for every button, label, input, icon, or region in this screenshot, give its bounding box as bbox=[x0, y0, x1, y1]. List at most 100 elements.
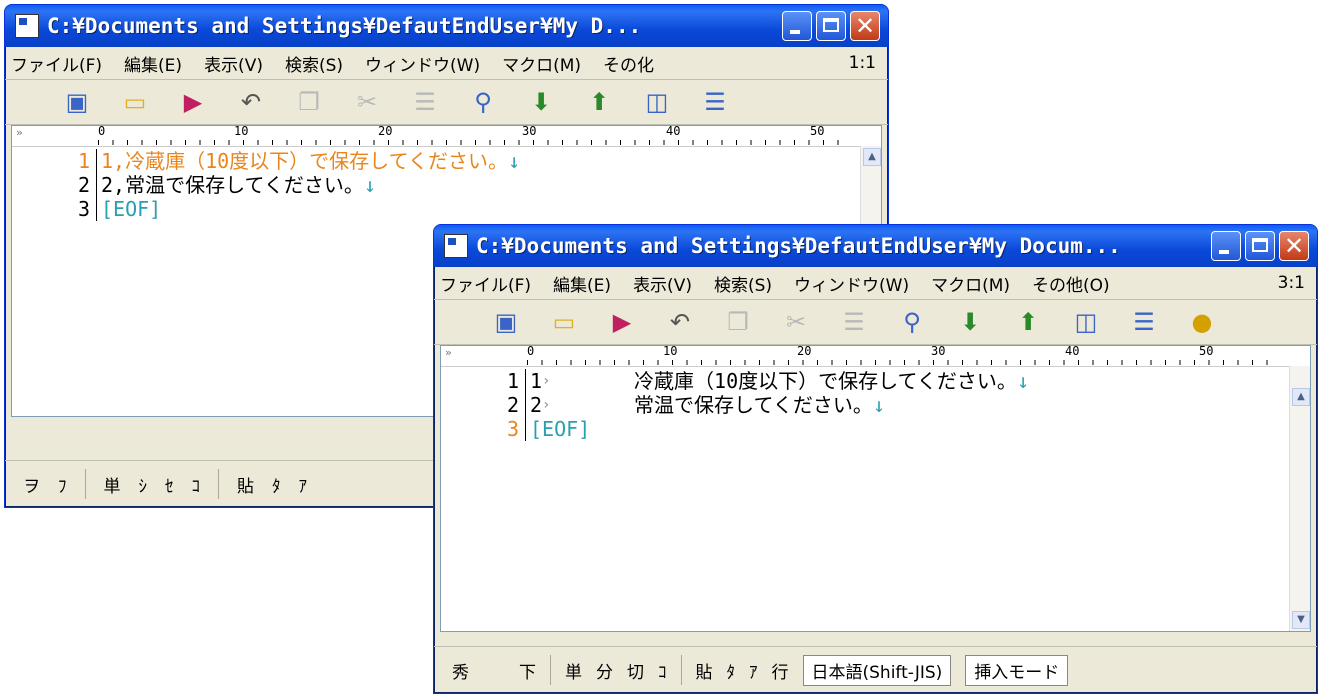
app-icon[interactable] bbox=[444, 234, 468, 258]
minimize-button[interactable] bbox=[1211, 231, 1241, 261]
ruler: » 0 10 20 30 40 50 bbox=[12, 124, 881, 147]
search-prev-icon[interactable]: ⬆ bbox=[583, 88, 615, 116]
ruler-label: 20 bbox=[797, 344, 812, 358]
toolbar: ▣ ▭ ▶ ↶ ❐ ✂ ☰ ⚲ ⬇ ⬆ ◫ ☰ ● bbox=[434, 300, 1317, 345]
newline-icon: ↓ bbox=[363, 173, 376, 197]
encoding-indicator[interactable]: 日本語(Shift-JIS) bbox=[802, 654, 952, 686]
newline-icon: ↓ bbox=[507, 149, 521, 173]
menu-file[interactable]: ファイル(F) bbox=[440, 271, 531, 296]
app-icon[interactable] bbox=[15, 14, 39, 38]
text-line[interactable]: 2 2,常温で保存してください。 ↓ bbox=[12, 173, 881, 197]
status-item: ｼ bbox=[138, 476, 148, 497]
status-item: ｾ bbox=[165, 476, 174, 497]
title-bar[interactable]: C:¥Documents and Settings¥DefautEndUser¥… bbox=[5, 5, 888, 47]
window-title: C:¥Documents and Settings¥DefautEndUser¥… bbox=[47, 14, 642, 38]
cut-icon[interactable]: ✂ bbox=[351, 88, 383, 116]
ruler-label: 50 bbox=[810, 124, 825, 138]
split-window-icon[interactable]: ☰ bbox=[699, 88, 731, 116]
menu-view[interactable]: 表示(V) bbox=[204, 51, 263, 76]
status-item: 単 bbox=[103, 476, 121, 497]
menu-other[interactable]: その化 bbox=[603, 51, 654, 76]
ruler-marker-icon: » bbox=[16, 126, 23, 139]
eof-marker: [EOF] bbox=[530, 417, 591, 441]
close-button[interactable]: ✕ bbox=[1279, 231, 1309, 261]
copy-icon[interactable]: ❐ bbox=[722, 308, 754, 336]
window-title: C:¥Documents and Settings¥DefautEndUser¥… bbox=[476, 234, 1121, 258]
ruler: » 0 10 20 30 40 50 bbox=[441, 344, 1310, 367]
text-editor[interactable]: » 0 10 20 30 40 50 1 1 › 冷蔵庫（10度以下）で保存して… bbox=[440, 344, 1311, 632]
status-item: ｱ bbox=[749, 662, 758, 683]
status-item: ｺ bbox=[658, 662, 667, 683]
search-icon[interactable]: ⚲ bbox=[896, 308, 928, 336]
text-line[interactable]: 1 1,冷蔵庫（10度以下）で保存してください。 ↓ bbox=[12, 149, 881, 173]
status-item: 単 bbox=[565, 662, 582, 683]
status-item: ｺ bbox=[191, 476, 201, 497]
menu-window[interactable]: ウィンドウ(W) bbox=[794, 271, 909, 296]
scroll-up-icon[interactable]: ▲ bbox=[1292, 388, 1310, 406]
text-line[interactable]: 1 1 › 冷蔵庫（10度以下）で保存してください。 ↓ bbox=[441, 369, 1310, 393]
line-text: 1,冷蔵庫（10度以下）で保存してください。 bbox=[101, 149, 508, 173]
search-next-icon[interactable]: ⬇ bbox=[525, 88, 557, 116]
eof-marker: [EOF] bbox=[101, 197, 162, 221]
text-line[interactable]: 3 [EOF] bbox=[441, 417, 1310, 441]
menu-macro[interactable]: マクロ(M) bbox=[502, 51, 581, 76]
status-item: ヲ bbox=[23, 476, 40, 497]
title-bar[interactable]: C:¥Documents and Settings¥DefautEndUser¥… bbox=[434, 225, 1317, 267]
menu-window[interactable]: ウィンドウ(W) bbox=[365, 51, 480, 76]
ruler-label: 30 bbox=[931, 344, 946, 358]
newline-icon: ↓ bbox=[1016, 369, 1029, 393]
jump-icon[interactable]: ◫ bbox=[1070, 308, 1102, 336]
scroll-up-icon[interactable]: ▲ bbox=[863, 148, 881, 166]
search-icon[interactable]: ⚲ bbox=[467, 88, 499, 116]
insert-mode-indicator[interactable]: 挿入モード bbox=[965, 654, 1069, 686]
minimize-button[interactable] bbox=[782, 11, 812, 41]
undo-icon[interactable]: ↶ bbox=[664, 308, 696, 336]
help-icon[interactable]: ● bbox=[1186, 308, 1218, 336]
maximize-button[interactable] bbox=[816, 11, 846, 41]
open-folder-icon[interactable]: ▭ bbox=[119, 88, 151, 116]
paste-icon[interactable]: ☰ bbox=[838, 308, 870, 336]
close-icon: ✕ bbox=[854, 12, 876, 40]
undo-icon[interactable]: ↶ bbox=[235, 88, 267, 116]
ruler-label: 40 bbox=[666, 124, 681, 138]
split-window-icon[interactable]: ☰ bbox=[1128, 308, 1160, 336]
menu-view[interactable]: 表示(V) bbox=[633, 271, 692, 296]
line-text: 常温で保存してください。 bbox=[634, 393, 873, 417]
ruler-label: 40 bbox=[1065, 344, 1080, 358]
line-number: 2 bbox=[12, 173, 97, 197]
ruler-marker-icon: » bbox=[445, 346, 452, 359]
menu-edit[interactable]: 編集(E) bbox=[124, 51, 182, 76]
text-line[interactable]: 2 2 › 常温で保存してください。 ↓ bbox=[441, 393, 1310, 417]
paste-icon[interactable]: ☰ bbox=[409, 88, 441, 116]
search-prev-icon[interactable]: ⬆ bbox=[1012, 308, 1044, 336]
copy-icon[interactable]: ❐ bbox=[293, 88, 325, 116]
close-button[interactable]: ✕ bbox=[850, 11, 880, 41]
ruler-label: 10 bbox=[234, 124, 249, 138]
line-prefix: 1 bbox=[530, 369, 543, 393]
maximize-button[interactable] bbox=[1245, 231, 1275, 261]
scroll-down-icon[interactable]: ▼ bbox=[1292, 611, 1310, 629]
status-item: 貼 bbox=[237, 476, 254, 497]
vertical-scrollbar[interactable]: ▲ ▼ bbox=[1289, 366, 1310, 631]
text-line[interactable]: 3 [EOF] bbox=[12, 197, 881, 221]
jump-icon[interactable]: ◫ bbox=[641, 88, 673, 116]
save-icon[interactable]: ▶ bbox=[177, 88, 209, 116]
menu-search[interactable]: 検索(S) bbox=[285, 51, 343, 76]
status-item: 秀 bbox=[452, 662, 469, 683]
search-next-icon[interactable]: ⬇ bbox=[954, 308, 986, 336]
menu-other[interactable]: その他(O) bbox=[1032, 271, 1110, 296]
tab-icon: › bbox=[542, 397, 551, 413]
cut-icon[interactable]: ✂ bbox=[780, 308, 812, 336]
menu-file[interactable]: ファイル(F) bbox=[11, 51, 102, 76]
menu-edit[interactable]: 編集(E) bbox=[553, 271, 611, 296]
save-icon[interactable]: ▶ bbox=[606, 308, 638, 336]
new-file-icon[interactable]: ▣ bbox=[490, 308, 522, 336]
menu-search[interactable]: 検索(S) bbox=[714, 271, 772, 296]
open-folder-icon[interactable]: ▭ bbox=[548, 308, 580, 336]
menu-macro[interactable]: マクロ(M) bbox=[931, 271, 1010, 296]
new-file-icon[interactable]: ▣ bbox=[61, 88, 93, 116]
status-item: 下 bbox=[519, 662, 536, 683]
line-number: 1 bbox=[12, 149, 97, 173]
line-number: 3 bbox=[441, 417, 526, 441]
cursor-position: 3:1 bbox=[1277, 273, 1305, 293]
